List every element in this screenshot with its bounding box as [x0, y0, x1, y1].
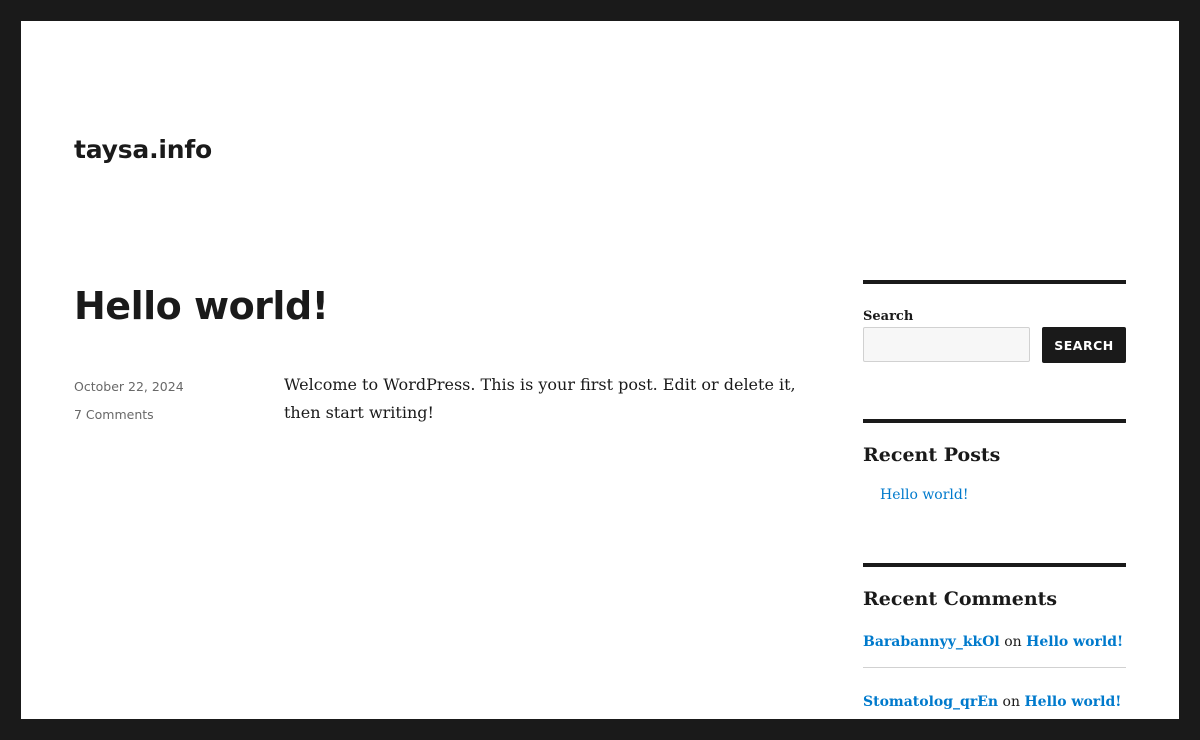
post-meta: October 22, 2024 7 Comments [74, 373, 184, 429]
list-item: Barabannyy_kkOl on Hello world! [863, 631, 1126, 668]
recent-posts-list: Hello world! [880, 487, 969, 503]
recent-comments-widget: Recent Comments Barabannyy_kkOl on Hello… [863, 563, 1126, 719]
post-comments-link[interactable]: 7 Comments [74, 401, 184, 429]
search-widget: Search SEARCH [863, 280, 1126, 419]
comment-author-link[interactable]: Barabannyy_kkOl [863, 634, 1000, 650]
comment-post-link[interactable]: Hello world! [1026, 634, 1123, 650]
recent-comments-list: Barabannyy_kkOl on Hello world! Stomatol… [863, 631, 1126, 713]
post-content: Welcome to WordPress. This is your first… [284, 375, 796, 422]
search-label: Search [863, 309, 914, 324]
page: taysa.info Hello world! October 22, 2024… [21, 21, 1179, 719]
recent-comments-title: Recent Comments [863, 588, 1058, 610]
post-title[interactable]: Hello world! [74, 278, 329, 334]
search-input[interactable] [863, 327, 1030, 362]
comment-post-link[interactable]: Hello world! [1024, 694, 1121, 710]
list-item: Hello world! [880, 487, 969, 503]
search-button[interactable]: SEARCH [1042, 327, 1126, 363]
comment-author-link[interactable]: Stomatolog_qrEn [863, 694, 998, 710]
post-date-link[interactable]: October 22, 2024 [74, 373, 184, 401]
recent-post-link[interactable]: Hello world! [880, 487, 969, 503]
recent-posts-widget: Recent Posts Hello world! [863, 419, 1126, 563]
sidebar: Search SEARCH Recent Posts Hello world! … [863, 280, 1126, 719]
site-title-link[interactable]: taysa.info [74, 131, 212, 169]
comment-connector: on [1002, 694, 1020, 710]
recent-posts-title: Recent Posts [863, 444, 1001, 466]
comment-connector: on [1004, 634, 1022, 650]
list-item: Stomatolog_qrEn on Hello world! [863, 691, 1126, 713]
